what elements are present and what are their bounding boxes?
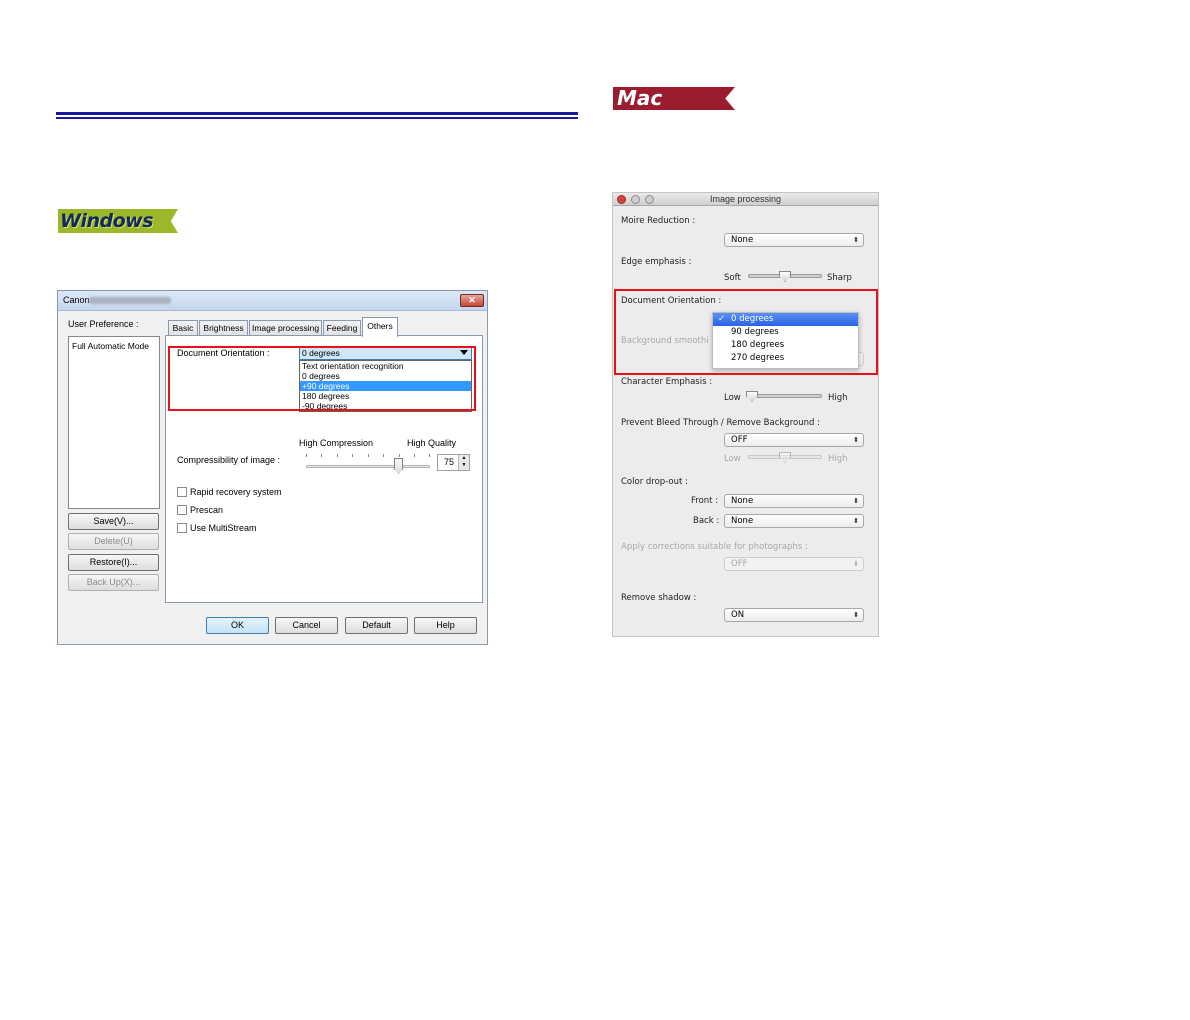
photo-corrections-value: OFF: [731, 559, 748, 569]
tab-basic[interactable]: Basic: [168, 320, 198, 336]
spin-arrows-icon[interactable]: ▲ ▼: [458, 455, 469, 470]
color-dropout-label: Color drop-out :: [621, 477, 688, 487]
character-emphasis-label: Character Emphasis :: [621, 377, 713, 387]
slider-tick: [337, 454, 338, 457]
slider-tick: [321, 454, 322, 457]
mac-titlebar: Image processing: [613, 193, 878, 206]
rapid-recovery-checkbox[interactable]: [177, 487, 187, 497]
delete-button[interactable]: Delete(U): [68, 533, 159, 550]
select-arrows-icon: ⬍: [853, 497, 859, 505]
front-dropout-select[interactable]: None ⬍: [724, 494, 864, 508]
prescan-label: Prescan: [190, 505, 224, 515]
slider-tick: [414, 454, 415, 457]
front-dropout-value: None: [731, 496, 754, 506]
slider-thumb[interactable]: [779, 452, 791, 463]
prevent-bleed-value: OFF: [731, 435, 748, 445]
tab-feeding[interactable]: Feeding: [323, 320, 361, 336]
compressibility-slider[interactable]: [306, 465, 430, 468]
back-dropout-value: None: [731, 516, 754, 526]
high-label: High: [828, 393, 848, 403]
backup-button[interactable]: Back Up(X)...: [68, 574, 159, 591]
photo-corrections-select[interactable]: OFF ⬍: [724, 557, 864, 571]
prescan-checkbox[interactable]: [177, 505, 187, 515]
slider-tick: [399, 454, 400, 457]
edge-emphasis-label: Edge emphasis :: [621, 257, 692, 267]
blurred-model-name: [89, 297, 171, 304]
slider-tick: [352, 454, 353, 457]
mac-image-processing-window: Image processing Moire Reduction : None …: [612, 192, 879, 637]
front-label: Front :: [691, 496, 719, 506]
select-arrows-icon: ⬍: [853, 560, 859, 568]
windows-badge: Windows: [58, 209, 178, 233]
compressibility-label: Compressibility of image :: [177, 455, 281, 465]
close-button[interactable]: ✕: [460, 294, 484, 307]
back-dropout-select[interactable]: None ⬍: [724, 514, 864, 528]
sharp-label: Sharp: [827, 273, 852, 283]
high-quality-label: High Quality: [407, 438, 457, 448]
save-button[interactable]: Save(V)...: [68, 513, 159, 530]
tab-others[interactable]: Others: [362, 317, 398, 337]
dialog-titlebar: Canon ✕: [58, 291, 487, 311]
mac-badge: Mac: [613, 87, 735, 110]
low-label: Low: [724, 393, 741, 403]
select-arrows-icon: ⬍: [853, 517, 859, 525]
windows-dialog: Canon ✕ User Preference : Full Automatic…: [57, 290, 488, 645]
slider-tick: [368, 454, 369, 457]
select-arrows-icon: ⬍: [853, 436, 859, 444]
help-button[interactable]: Help: [414, 617, 477, 634]
header-rule: [56, 112, 578, 119]
moire-value: None: [731, 235, 754, 245]
default-button[interactable]: Default: [345, 617, 408, 634]
prevent-bleed-label: Prevent Bleed Through / Remove Backgroun…: [621, 418, 820, 428]
list-item[interactable]: Full Automatic Mode: [72, 341, 149, 351]
slider-tick: [429, 454, 430, 457]
dialog-title: Canon: [63, 295, 90, 305]
user-preference-label: User Preference :: [68, 319, 139, 329]
slider-tick: [306, 454, 307, 457]
remove-shadow-value: ON: [731, 610, 745, 620]
highlight-box: [168, 346, 476, 411]
ok-button[interactable]: OK: [206, 617, 269, 634]
moire-select[interactable]: None ⬍: [724, 233, 864, 247]
slider-tick: [383, 454, 384, 457]
multistream-label: Use MultiStream: [190, 523, 257, 533]
photo-corrections-label: Apply corrections suitable for photograp…: [621, 542, 808, 552]
low-label: Low: [724, 454, 741, 464]
tab-brightness[interactable]: Brightness: [199, 320, 248, 336]
select-arrows-icon: ⬍: [853, 236, 859, 244]
back-label: Back :: [693, 516, 720, 526]
soft-label: Soft: [724, 273, 741, 283]
multistream-checkbox[interactable]: [177, 523, 187, 533]
rapid-recovery-label: Rapid recovery system: [190, 487, 282, 497]
user-preference-list[interactable]: Full Automatic Mode: [68, 336, 160, 509]
slider-thumb[interactable]: [779, 271, 791, 282]
high-compression-label: High Compression: [299, 438, 374, 448]
moire-label: Moire Reduction :: [621, 216, 696, 226]
remove-shadow-label: Remove shadow :: [621, 593, 697, 603]
high-label: High: [828, 454, 848, 464]
cancel-button[interactable]: Cancel: [275, 617, 338, 634]
remove-shadow-select[interactable]: ON ⬍: [724, 608, 864, 622]
prevent-bleed-select[interactable]: OFF ⬍: [724, 433, 864, 447]
select-arrows-icon: ⬍: [853, 611, 859, 619]
tab-image-processing[interactable]: Image processing: [249, 320, 322, 336]
character-emphasis-slider[interactable]: [748, 394, 822, 398]
restore-button[interactable]: Restore(I)...: [68, 554, 159, 571]
window-title: Image processing: [709, 194, 782, 204]
highlight-box: [614, 289, 878, 375]
slider-thumb[interactable]: [746, 391, 758, 402]
